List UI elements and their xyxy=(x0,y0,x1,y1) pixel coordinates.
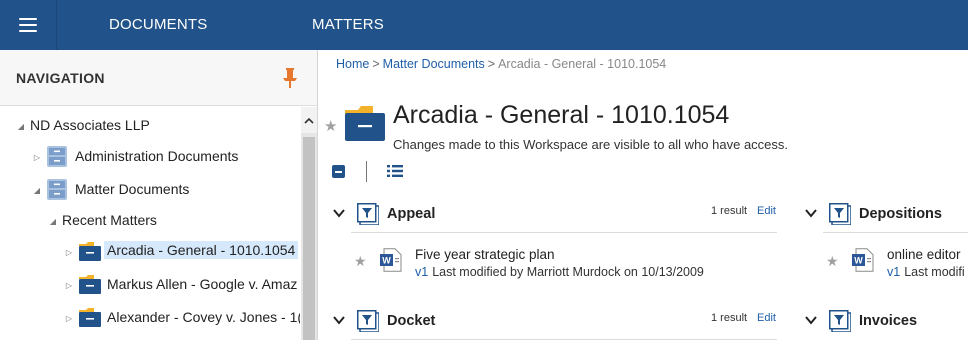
tree-item-markus-allen[interactable]: ▷ Markus Allen - Google v. Amaz xyxy=(0,270,300,300)
breadcrumb: Home > Matter Documents > Arcadia - General … xyxy=(336,57,666,71)
tree-item-label: Administration Documents xyxy=(75,148,239,164)
chevron-up-icon xyxy=(304,117,314,124)
version-link[interactable]: v1 xyxy=(415,265,428,279)
filter-folder-icon xyxy=(829,310,851,332)
workspace-folder-icon xyxy=(345,106,385,141)
chevron-down-icon[interactable] xyxy=(805,207,817,219)
folder-icon xyxy=(79,242,101,261)
breadcrumb-home-link[interactable]: Home xyxy=(336,57,369,71)
result-count: 1 result xyxy=(711,205,748,217)
tree-item-nd-associates[interactable]: ◢ ND Associates LLP xyxy=(0,111,300,141)
collapsed-arrow-icon[interactable]: ▷ xyxy=(64,303,74,333)
chevron-down-icon[interactable] xyxy=(333,314,345,326)
tree-item-label: Matter Documents xyxy=(75,181,190,197)
folder-icon xyxy=(79,275,101,294)
filter-folder-icon xyxy=(357,310,379,332)
expanded-arrow-icon[interactable]: ◢ xyxy=(16,111,26,141)
breadcrumb-separator: > xyxy=(487,57,496,71)
breadcrumb-matter-documents-link[interactable]: Matter Documents xyxy=(383,57,485,71)
navigation-tree: ◢ ND Associates LLP ▷ Administration Doc… xyxy=(0,107,300,340)
tree-item-label: Recent Matters xyxy=(62,212,157,228)
expanded-arrow-icon[interactable]: ◢ xyxy=(48,206,58,236)
navigation-panel: NAVIGATION ◢ ND Associates LLP ▷ Adminis… xyxy=(0,50,318,340)
filter-folder-icon xyxy=(357,203,379,225)
breadcrumb-current: Arcadia - General - 1010.1054 xyxy=(498,57,667,71)
document-item[interactable]: ★ W Five year strategic plan v1 Last modi… xyxy=(354,244,784,284)
favorite-star-icon[interactable]: ★ xyxy=(826,253,839,270)
section-title: Invoices xyxy=(859,313,918,329)
edit-link[interactable]: Edit xyxy=(757,205,776,217)
navigation-title: NAVIGATION xyxy=(16,70,105,86)
svg-text:W: W xyxy=(854,256,863,266)
tree-item-alexander[interactable]: ▷ Alexander - Covey v. Jones - 1( xyxy=(0,303,300,333)
last-modified-text: Last modifi xyxy=(904,265,965,279)
tree-item-label: Alexander - Covey v. Jones - 1( xyxy=(107,309,300,325)
edit-link[interactable]: Edit xyxy=(757,312,776,324)
list-view-icon[interactable] xyxy=(387,164,403,178)
folder-icon xyxy=(79,308,101,327)
document-meta: v1 Last modified by Marriott Murdock on 1… xyxy=(415,265,704,279)
workspace-description: Changes made to this Workspace are visib… xyxy=(393,137,789,152)
tree-item-label: ND Associates LLP xyxy=(30,117,150,133)
collapsed-arrow-icon[interactable]: ▷ xyxy=(64,270,74,300)
document-item[interactable]: ★ W online editor v1 Last modifi xyxy=(826,244,968,284)
section-title: Docket xyxy=(387,313,436,329)
expanded-arrow-icon[interactable]: ◢ xyxy=(32,175,42,205)
breadcrumb-separator: > xyxy=(372,57,380,71)
svg-text:W: W xyxy=(382,256,391,266)
chevron-down-icon[interactable] xyxy=(333,207,345,219)
chevron-down-icon[interactable] xyxy=(805,314,817,326)
tree-item-recent-matters[interactable]: ◢ Recent Matters xyxy=(0,206,300,236)
section-depositions: Depositions xyxy=(805,201,968,231)
cabinet-icon xyxy=(47,179,67,200)
toolbar-divider xyxy=(366,161,367,182)
tree-scrollbar[interactable] xyxy=(301,107,317,340)
version-link[interactable]: v1 xyxy=(887,265,900,279)
document-name[interactable]: online editor xyxy=(887,247,961,262)
word-document-icon: W xyxy=(380,248,402,272)
tab-documents[interactable]: DOCUMENTS xyxy=(109,0,207,50)
document-name[interactable]: Five year strategic plan xyxy=(415,247,555,262)
document-meta: v1 Last modifi xyxy=(887,265,965,279)
last-modified-text: Last modified by Marriott Murdock on 10/… xyxy=(432,265,704,279)
section-docket: Docket 1 result Edit xyxy=(333,308,777,338)
scroll-up-button[interactable] xyxy=(301,107,317,133)
hamburger-menu-icon[interactable] xyxy=(0,0,57,50)
page-title: Arcadia - General - 1010.1054 xyxy=(393,101,730,129)
hamburger-icon xyxy=(19,18,37,32)
collapse-all-button[interactable] xyxy=(332,165,345,178)
collapsed-arrow-icon[interactable]: ▷ xyxy=(32,142,42,172)
cabinet-icon xyxy=(47,146,67,167)
section-title: Appeal xyxy=(387,206,436,222)
word-document-icon: W xyxy=(852,248,874,272)
section-title: Depositions xyxy=(859,206,942,222)
workspace-content: Home > Matter Documents > Arcadia - General … xyxy=(319,50,968,340)
tree-item-label: Markus Allen - Google v. Amaz xyxy=(107,276,298,292)
result-count: 1 result xyxy=(711,312,748,324)
section-divider xyxy=(351,232,777,233)
section-appeal: Appeal 1 result Edit xyxy=(333,201,777,231)
navigation-header: NAVIGATION xyxy=(0,50,317,106)
favorite-star-icon[interactable]: ★ xyxy=(324,117,337,135)
collapsed-arrow-icon[interactable]: ▷ xyxy=(64,237,74,267)
favorite-star-icon[interactable]: ★ xyxy=(354,253,367,270)
tree-item-administration-documents[interactable]: ▷ Administration Documents xyxy=(0,142,300,172)
tree-item-label: Arcadia - General - 1010.1054 xyxy=(104,241,299,259)
section-divider xyxy=(823,232,968,233)
tree-item-matter-documents[interactable]: ◢ Matter Documents xyxy=(0,175,300,205)
filter-folder-icon xyxy=(829,203,851,225)
pin-icon[interactable] xyxy=(281,67,299,89)
top-navigation-bar: DOCUMENTS MATTERS xyxy=(0,0,968,50)
tab-matters[interactable]: MATTERS xyxy=(312,0,384,50)
section-invoices: Invoices xyxy=(805,308,968,338)
tree-item-arcadia[interactable]: ▷ Arcadia - General - 1010.1054 xyxy=(0,237,300,267)
scrollbar-thumb[interactable] xyxy=(303,137,315,340)
